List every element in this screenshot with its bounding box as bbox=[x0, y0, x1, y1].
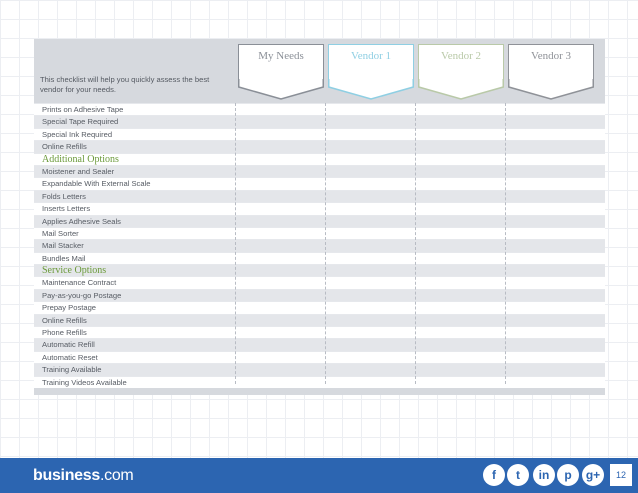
footer-bar: business.com f t in p g+ 12 bbox=[0, 458, 638, 493]
checklist-row: Online Refills bbox=[34, 140, 605, 153]
checklist-row: Training Videos Available bbox=[34, 375, 605, 388]
checklist-row: Automatic Refill bbox=[34, 338, 605, 351]
brand-tld: .com bbox=[99, 467, 134, 484]
vendor-tab-label: Vendor 1 bbox=[350, 50, 392, 62]
checklist-row: Mail Sorter bbox=[34, 226, 605, 240]
brand-logo[interactable]: business.com bbox=[33, 467, 134, 485]
brand-name: business bbox=[33, 467, 100, 484]
checklist-row: Automatic Reset bbox=[34, 350, 605, 364]
section-heading: Additional Options bbox=[34, 152, 605, 165]
section-heading: Service Options bbox=[34, 264, 605, 277]
vendor-tab-label: Vendor 2 bbox=[440, 50, 482, 62]
column-divider bbox=[415, 103, 416, 384]
vendor-tab-label: Vendor 3 bbox=[530, 50, 572, 62]
vendor-tab-2: Vendor 1 bbox=[327, 44, 414, 100]
checklist-card: My Needs Vendor 1 Vendor 2 Vendor 3 This ch… bbox=[34, 39, 605, 395]
checklist-row: Applies Adhesive Seals bbox=[34, 214, 605, 227]
column-divider bbox=[505, 103, 506, 384]
checklist-row: Pay-as-you-go Postage bbox=[34, 288, 605, 302]
vendor-tab-1: My Needs bbox=[237, 44, 324, 100]
checklist-rows: Prints on Adhesive Tape Special Tape Requ… bbox=[34, 103, 605, 388]
checklist-row: Online Refills bbox=[34, 313, 605, 327]
tab-chevron-shape bbox=[237, 79, 324, 100]
checklist-row: Special Tape Required bbox=[34, 115, 605, 128]
checklist-row: Prepay Postage bbox=[34, 301, 605, 314]
column-divider bbox=[325, 103, 326, 384]
tab-chevron-shape bbox=[327, 79, 414, 100]
twitter-icon[interactable]: t bbox=[507, 464, 529, 486]
checklist-row: Maintenance Contract bbox=[34, 276, 605, 289]
checklist-row: Folds Letters bbox=[34, 189, 605, 203]
checklist-row: Mail Stacker bbox=[34, 239, 605, 252]
linkedin-icon[interactable]: in bbox=[533, 464, 555, 486]
google-plus-icon[interactable]: g+ bbox=[582, 464, 604, 486]
checklist-row: Prints on Adhesive Tape bbox=[34, 103, 605, 116]
checklist-row: Bundles Mail bbox=[34, 251, 605, 265]
checklist-row: Training Available bbox=[34, 363, 605, 376]
tab-chevron-shape bbox=[507, 79, 594, 100]
checklist-row: Expandable With External Scale bbox=[34, 177, 605, 190]
facebook-icon[interactable]: f bbox=[483, 464, 505, 486]
checklist-row: Special Ink Required bbox=[34, 127, 605, 141]
column-divider bbox=[235, 103, 236, 384]
checklist-row: Phone Refills bbox=[34, 326, 605, 339]
pinterest-icon[interactable]: p bbox=[557, 464, 579, 486]
intro-text: This checklist will help you quickly ass… bbox=[40, 75, 210, 94]
vendor-tab-3: Vendor 2 bbox=[417, 44, 504, 100]
checklist-row: Inserts Letters bbox=[34, 202, 605, 215]
page-number: 12 bbox=[610, 464, 632, 486]
tab-chevron-shape bbox=[417, 79, 504, 100]
vendor-tab-label: My Needs bbox=[258, 50, 304, 62]
vendor-tab-4: Vendor 3 bbox=[507, 44, 594, 100]
checklist-row: Moistener and Sealer bbox=[34, 164, 605, 178]
